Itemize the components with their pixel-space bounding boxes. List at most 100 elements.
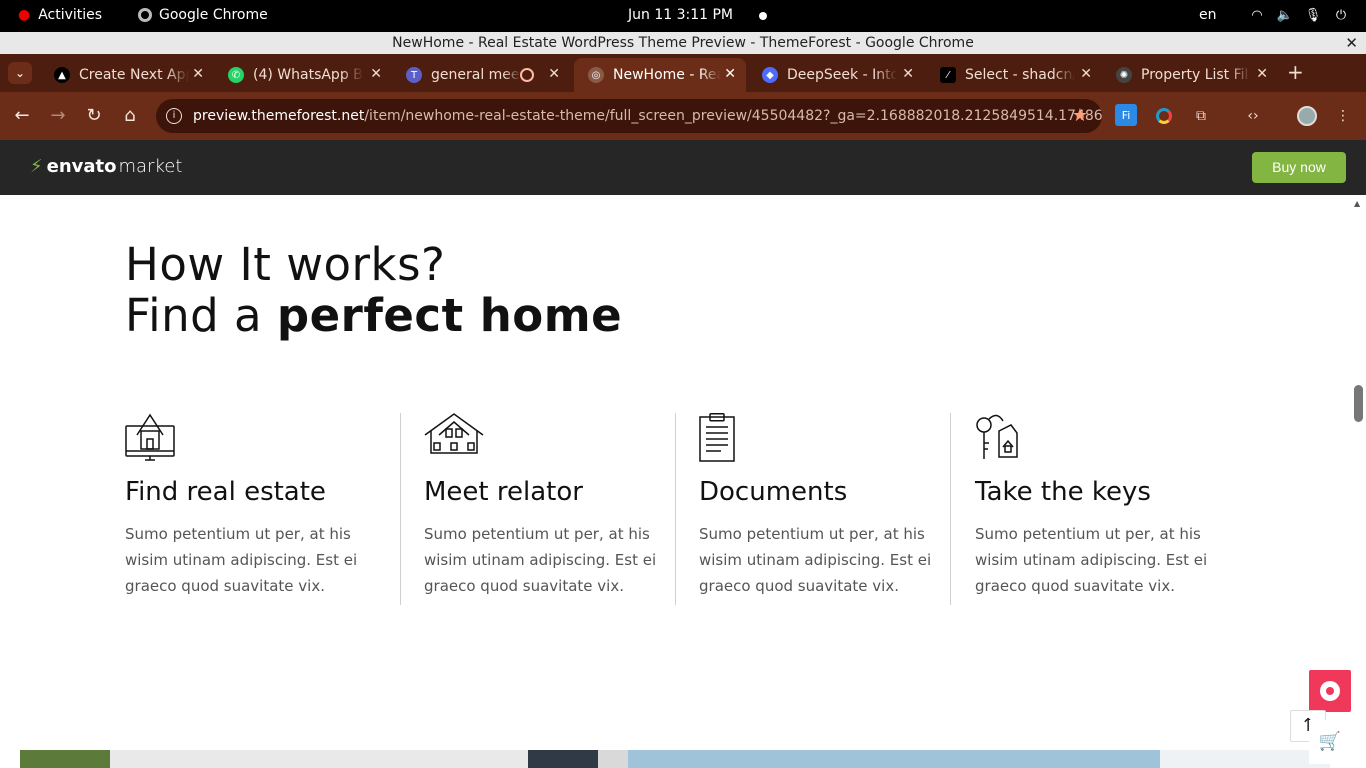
cart-icon: 🛒 [1318,731,1342,752]
tab-property-list[interactable]: ✺ Property List Fil ✕ [1102,58,1278,92]
step-divider [950,413,951,605]
language-indicator[interactable]: en [1199,7,1217,23]
next-icon: ▲ [54,67,70,83]
forward-arrow-icon[interactable]: → [47,105,69,127]
url-path: /item/newhome-real-estate-theme/full_scr… [364,108,1102,124]
mic-muted-icon: 🎙 [1304,7,1322,23]
tab-whatsapp[interactable]: ✆ (4) WhatsApp Bu ✕ [214,58,392,92]
title-line-2-bold: perfect home [276,289,623,342]
close-window-icon[interactable]: ✕ [1345,32,1358,54]
home-icon[interactable]: ⌂ [119,105,141,127]
redhat-icon: ● [18,7,31,23]
tab-close-icon[interactable]: ✕ [370,66,382,82]
step-title: Documents [699,477,848,507]
activities-label: Activities [38,7,103,23]
chevron-down-icon: ⌄ [14,66,26,80]
envato-market-bar: ⚡ envato market Buy now [0,140,1366,195]
window-titlebar: NewHome - Real Estate WordPress Theme Pr… [0,32,1366,54]
step-text: Sumo petentium ut per, at his wisim utin… [125,525,358,595]
site-info-icon[interactable]: i [166,108,182,124]
buy-now-button[interactable]: Buy now [1252,152,1346,183]
tab-close-icon[interactable]: ✕ [192,66,204,82]
tab-strip: ⌄ ▲ Create Next App ✕ ✆ (4) WhatsApp Bu … [0,54,1366,92]
fi-extension-icon[interactable]: Fi [1115,104,1137,126]
step-text: Sumo petentium ut per, at his wisim utin… [975,525,1208,595]
step-divider [400,413,401,605]
page-scrollbar[interactable] [1352,195,1366,768]
system-top-bar: ● Activities Google Chrome Jun 11 3:11 P… [0,0,1366,32]
tab-close-icon[interactable]: ✕ [1256,66,1268,82]
house-icon [424,413,484,454]
openai-icon: ✺ [1116,67,1132,83]
tab-close-icon[interactable]: ✕ [548,66,560,82]
new-tab-plus-icon[interactable]: + [1287,62,1304,82]
globe-icon: ◎ [588,67,604,83]
step-divider [675,413,676,605]
envato-leaf-icon: ⚡ [30,156,43,177]
tab-label: general meet [431,67,521,83]
chrome-menu-icon[interactable]: ⋮ [1331,104,1355,128]
wifi-icon: ◠ [1251,7,1263,23]
recording-icon [520,68,534,82]
title-line-1: How It works? [125,238,446,291]
colorzilla-extension-icon[interactable] [1152,104,1176,128]
step-meet-relator: Meet relator Sumo petentium ut per, at h… [424,413,664,605]
tab-label: Select - shadcn/ [965,67,1075,83]
cart-button[interactable]: 🛒 [1309,720,1351,764]
step-text: Sumo petentium ut per, at his wisim utin… [699,525,932,595]
profile-avatar[interactable] [1295,104,1319,128]
document-icon [699,413,735,462]
step-find-real-estate: Find real estate Sumo petentium ut per, … [125,413,390,605]
tab-general-meet[interactable]: T general meet ✕ [392,58,570,92]
activities-button[interactable]: ● Activities [18,7,102,23]
back-arrow-icon[interactable]: ← [11,105,33,127]
hero-photo-strip [20,750,1330,768]
tab-close-icon[interactable]: ✕ [724,66,736,82]
devtools-code-icon[interactable]: ‹› [1241,104,1265,128]
whatsapp-icon: ✆ [228,67,244,83]
title-line-2-light: Find a [125,289,277,342]
tab-close-icon[interactable]: ✕ [1080,66,1092,82]
bookmark-star-icon[interactable]: ★ [1072,99,1088,133]
tab-label: Property List Fil [1141,67,1249,83]
keys-icon [976,414,1018,459]
chat-bubble-icon [1320,681,1340,701]
step-text: Sumo petentium ut per, at his wisim utin… [424,525,657,595]
tab-close-icon[interactable]: ✕ [902,66,914,82]
extensions-puzzle-icon[interactable]: ⧉ [1189,104,1213,128]
tab-label: DeepSeek - Into [787,67,897,83]
browser-toolbar: ← → ↻ ⌂ i preview.themeforest.net/item/n… [0,92,1366,140]
monitor-house-icon [125,413,175,461]
volume-icon: 🔈 [1276,7,1294,23]
deepseek-icon: ◆ [762,67,778,83]
system-tray[interactable]: ◠ 🔈 🎙 ⏻ [1248,6,1350,24]
url-host: preview.themeforest.net [193,108,365,124]
tab-newhome[interactable]: ◎ NewHome - Rea ✕ [574,58,746,92]
tab-deepseek[interactable]: ◆ DeepSeek - Into ✕ [748,58,924,92]
envato-logo[interactable]: ⚡ envato market [30,156,182,177]
address-bar[interactable]: i preview.themeforest.net/item/newhome-r… [156,99,1102,133]
notification-dot-icon [759,12,767,20]
app-menu[interactable]: Google Chrome [138,7,268,23]
shadcn-icon: ⁄ [940,67,956,83]
tab-label: NewHome - Rea [613,67,721,83]
scrollbar-thumb[interactable] [1354,385,1363,422]
reload-icon[interactable]: ↻ [83,105,105,127]
window-title: NewHome - Real Estate WordPress Theme Pr… [392,35,974,51]
tab-search-button[interactable]: ⌄ [8,62,32,84]
step-title: Take the keys [975,477,1151,507]
scroll-up-arrow-icon[interactable]: ▲ [1354,199,1360,208]
step-take-the-keys: Take the keys Sumo petentium ut per, at … [975,413,1225,605]
chrome-icon [138,8,152,22]
clock[interactable]: Jun 11 3:11 PM [628,7,733,23]
title-line-2: Find a perfect home [125,290,622,341]
logo-light: market [118,156,183,177]
power-icon: ⏻ [1335,7,1347,23]
section-title: How It works? Find a perfect home [125,239,622,341]
tab-label: Create Next App [79,67,189,83]
chat-support-button[interactable] [1309,670,1351,712]
tab-shadcn[interactable]: ⁄ Select - shadcn/ ✕ [926,58,1102,92]
step-title: Find real estate [125,477,326,507]
tab-create-next-app[interactable]: ▲ Create Next App ✕ [40,58,214,92]
teams-icon: T [406,67,422,83]
